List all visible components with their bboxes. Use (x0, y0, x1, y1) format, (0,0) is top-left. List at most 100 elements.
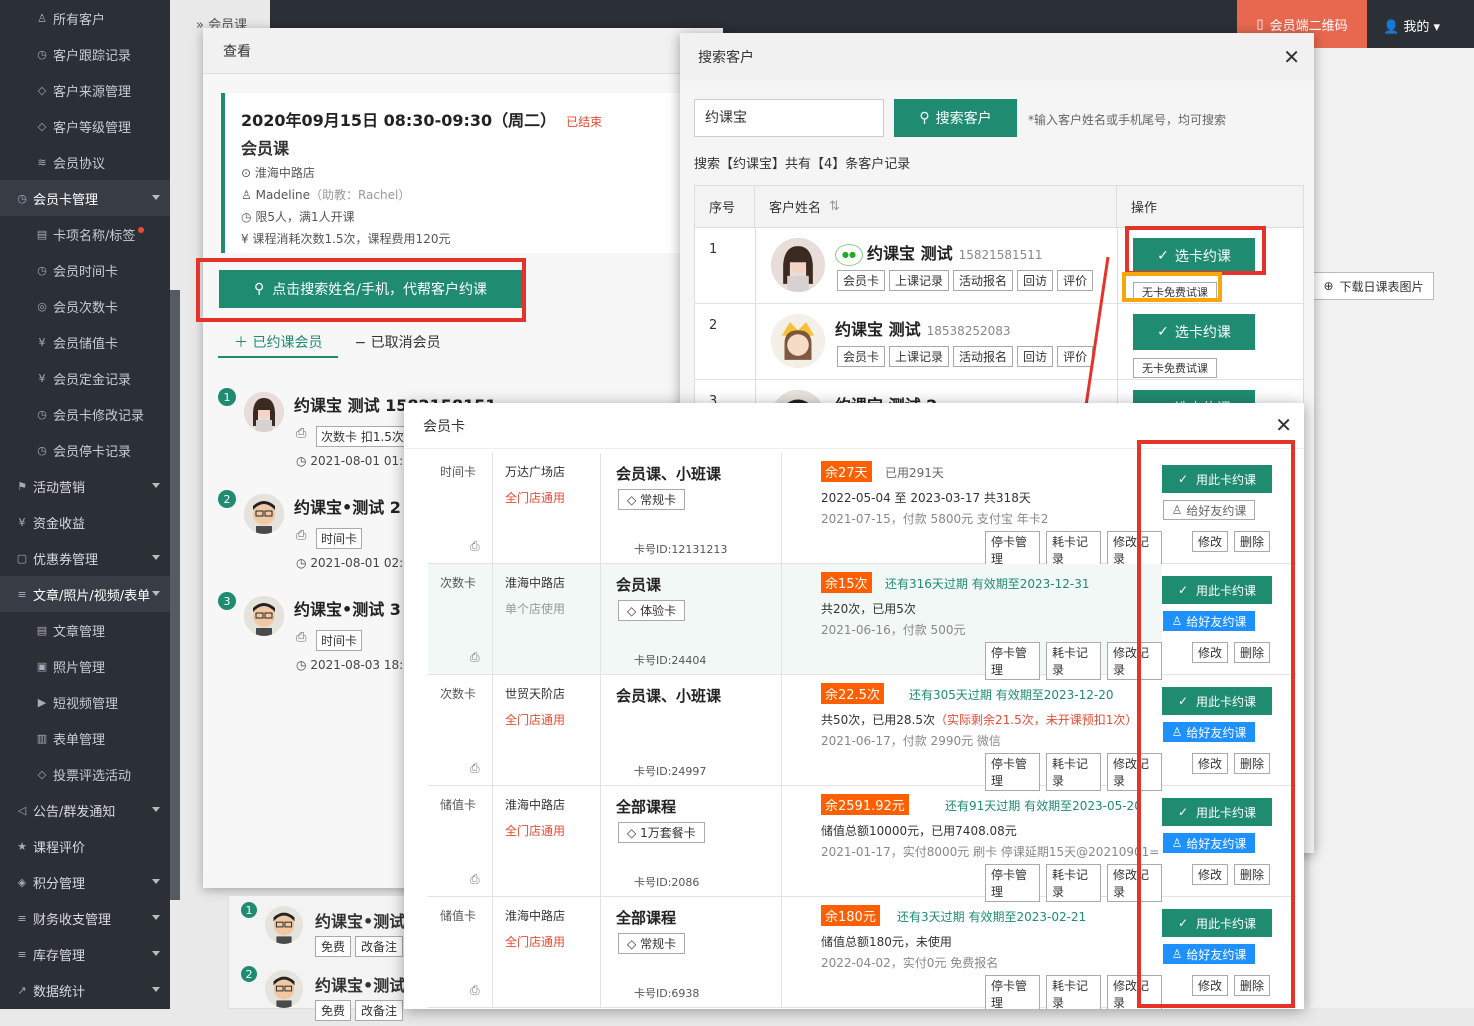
sidebar-scrollbar[interactable] (170, 290, 180, 900)
sidebar-item[interactable]: ¥ 会员储值卡 (0, 324, 170, 360)
sidebar-item[interactable]: ≡ 库存管理 (0, 936, 170, 972)
sidebar-item[interactable]: ◷ 会员卡修改记录 (0, 396, 170, 432)
list-icon: ≡ (17, 911, 27, 925)
customer-link-0[interactable]: 会员卡 (837, 346, 886, 367)
tag-icon: ◇ (627, 826, 637, 840)
sidebar-item[interactable]: ◷ 客户跟踪记录 (0, 36, 170, 72)
print-icon[interactable]: ⎙ (470, 650, 480, 665)
sidebar-item[interactable]: ▤ 文章管理 (0, 612, 170, 648)
download-schedule-image-button[interactable]: ⊕ 下载日课表图片 (1313, 272, 1434, 300)
customer-link-3[interactable]: 回访 (1017, 270, 1054, 291)
card-id: 卡号ID:24404 (634, 654, 707, 667)
consume-record-button[interactable]: 耗卡记录 (1046, 975, 1101, 1009)
sidebar-item[interactable]: ▣ 照片管理 (0, 648, 170, 684)
card-type: 储值卡 (440, 909, 477, 923)
sidebar-item[interactable]: ≋ 会员协议 (0, 144, 170, 180)
sidebar-item[interactable]: ¥ 会员定金记录 (0, 360, 170, 396)
view-modal-title: 查看 (203, 28, 723, 74)
coin-icon: ◎ (37, 299, 47, 313)
card-type: 次数卡 (440, 687, 477, 701)
free-trial-button[interactable]: 无卡免费试课 (1133, 358, 1217, 378)
sidebar-item[interactable]: ⚑ 活动营销 (0, 468, 170, 504)
lesson-store: 淮海中路店 (254, 166, 315, 180)
avatar (244, 392, 284, 432)
card-type: 时间卡 (440, 465, 477, 479)
sidebar-item[interactable]: ≡ 文章/照片/视频/表单 (0, 576, 170, 612)
card-id: 卡号ID:24997 (634, 765, 707, 778)
sidebar-item[interactable]: ◇ 客户等级管理 (0, 108, 170, 144)
sidebar-item[interactable]: ♙ 所有客户 (0, 0, 170, 36)
card-payment: 2021-06-16，付款 500元 (821, 623, 966, 637)
sidebar-item[interactable]: ◷ 会员停卡记录 (0, 432, 170, 468)
customer-link-1[interactable]: 上课记录 (889, 270, 950, 291)
sort-icon[interactable]: ⇅ (829, 199, 840, 214)
stop-card-button[interactable]: 停卡管理 (985, 975, 1040, 1009)
edit-note-button[interactable]: 改备注 (355, 936, 404, 957)
card-usage: 储值总额180元，未使用 (821, 935, 952, 949)
card-payment: 2021-01-17，实付8000元 刷卡 停课延期15天@20210901= (821, 845, 1160, 859)
sidebar-item[interactable]: ▶ 短视频管理 (0, 684, 170, 720)
customer-link-0[interactable]: 会员卡 (837, 270, 886, 291)
user-icon: 👤 (1383, 20, 1400, 35)
card-course: 会员课 (616, 576, 662, 594)
sidebar-item[interactable]: ¥ 资金收益 (0, 504, 170, 540)
customer-search-input[interactable]: 约课宝 (694, 99, 884, 137)
sidebar-item[interactable]: ◷ 会员时间卡 (0, 252, 170, 288)
print-icon[interactable]: ⎙ (296, 630, 306, 645)
print-icon[interactable]: ⎙ (470, 872, 480, 887)
print-icon[interactable]: ⎙ (296, 528, 306, 543)
customer-link-2[interactable]: 活动报名 (953, 270, 1014, 291)
customer-link-3[interactable]: 回访 (1017, 346, 1054, 367)
sidebar-item[interactable]: ◇ 投票评选活动 (0, 756, 170, 792)
edit-note-button[interactable]: 改备注 (355, 1000, 404, 1021)
card-store: 淮海中路店 (505, 798, 566, 812)
customer-link-2[interactable]: 活动报名 (953, 346, 1014, 367)
sidebar-item[interactable]: ★ 课程评价 (0, 828, 170, 864)
tab-booked-members[interactable]: ＋ 已约课会员 (218, 328, 339, 358)
member-index: 1 (218, 388, 236, 406)
sidebar-item-label: 会员卡修改记录 (53, 408, 145, 424)
search-customer-button[interactable]: ⚲ 搜索客户 (894, 99, 1017, 137)
sidebar-item[interactable]: ▤ 卡项名称/标签 (0, 216, 170, 252)
chevron-down-icon (152, 879, 160, 884)
card-usage: 共20次，已用5次 (821, 602, 916, 616)
print-icon[interactable]: ⎙ (470, 983, 480, 998)
my-account-menu[interactable]: 👤 我的 ▾ (1383, 16, 1440, 35)
sidebar-item[interactable]: ▥ 表单管理 (0, 720, 170, 756)
free-tag: 免费 (315, 1000, 352, 1021)
close-icon[interactable]: ✕ (1275, 413, 1292, 437)
card-tag: ◇ 常规卡 (618, 489, 686, 510)
customer-phone: 18538252083 (926, 324, 1011, 338)
lesson-limit: 限5人，满1人开课 (255, 210, 355, 224)
booking-time: 2021-08-01 01:1 (310, 454, 411, 468)
print-icon[interactable]: ⎙ (296, 426, 306, 441)
customer-link-1[interactable]: 上课记录 (889, 346, 950, 367)
sidebar-item[interactable]: ◷ 会员卡管理 (0, 180, 170, 216)
sidebar-item[interactable]: ◎ 会员次数卡 (0, 288, 170, 324)
list-item[interactable]: 1 约课宝•测试 免费 改备注 (241, 902, 421, 962)
tab-cancelled-members[interactable]: − 已取消会员 (338, 328, 456, 358)
lesson-info: 2020年09月15日 08:30-09:30（周二） 已结束 会员课 ⊙ 淮海中… (221, 93, 701, 253)
sidebar-item[interactable]: ▢ 优惠券管理 (0, 540, 170, 576)
clock-icon: ◷ (37, 443, 47, 457)
chevron-down-icon (152, 555, 160, 560)
sidebar-item-label: 客户来源管理 (53, 84, 132, 100)
sidebar-item[interactable]: ◈ 积分管理 (0, 864, 170, 900)
print-icon[interactable]: ⎙ (470, 761, 480, 776)
clock-icon: ◷ (37, 47, 47, 61)
tag-icon: ◇ (37, 767, 47, 781)
list-item[interactable]: 2 约课宝•测试 免费 改备注 (241, 966, 421, 1026)
sidebar-item[interactable]: ◁ 公告/群发通知 (0, 792, 170, 828)
sidebar-item-label: 文章/照片/视频/表单 (33, 588, 151, 604)
close-icon[interactable]: ✕ (1283, 45, 1300, 69)
clock-icon: ◷ (37, 263, 47, 277)
table-header: 序号 客户姓名 ⇅ 操作 (695, 186, 1303, 228)
print-icon[interactable]: ⎙ (470, 539, 480, 554)
col-name[interactable]: 客户姓名 ⇅ (755, 186, 1117, 227)
sidebar-item[interactable]: ≡ 财务收支管理 (0, 900, 170, 936)
location-icon: ⊙ (241, 166, 252, 180)
sidebar-item[interactable]: ↗ 数据统计 (0, 972, 170, 1008)
card-scope: 全门店通用 (505, 824, 566, 838)
select-card-book-button[interactable]: ✓选卡约课 (1133, 314, 1255, 350)
sidebar-item[interactable]: ◇ 客户来源管理 (0, 72, 170, 108)
